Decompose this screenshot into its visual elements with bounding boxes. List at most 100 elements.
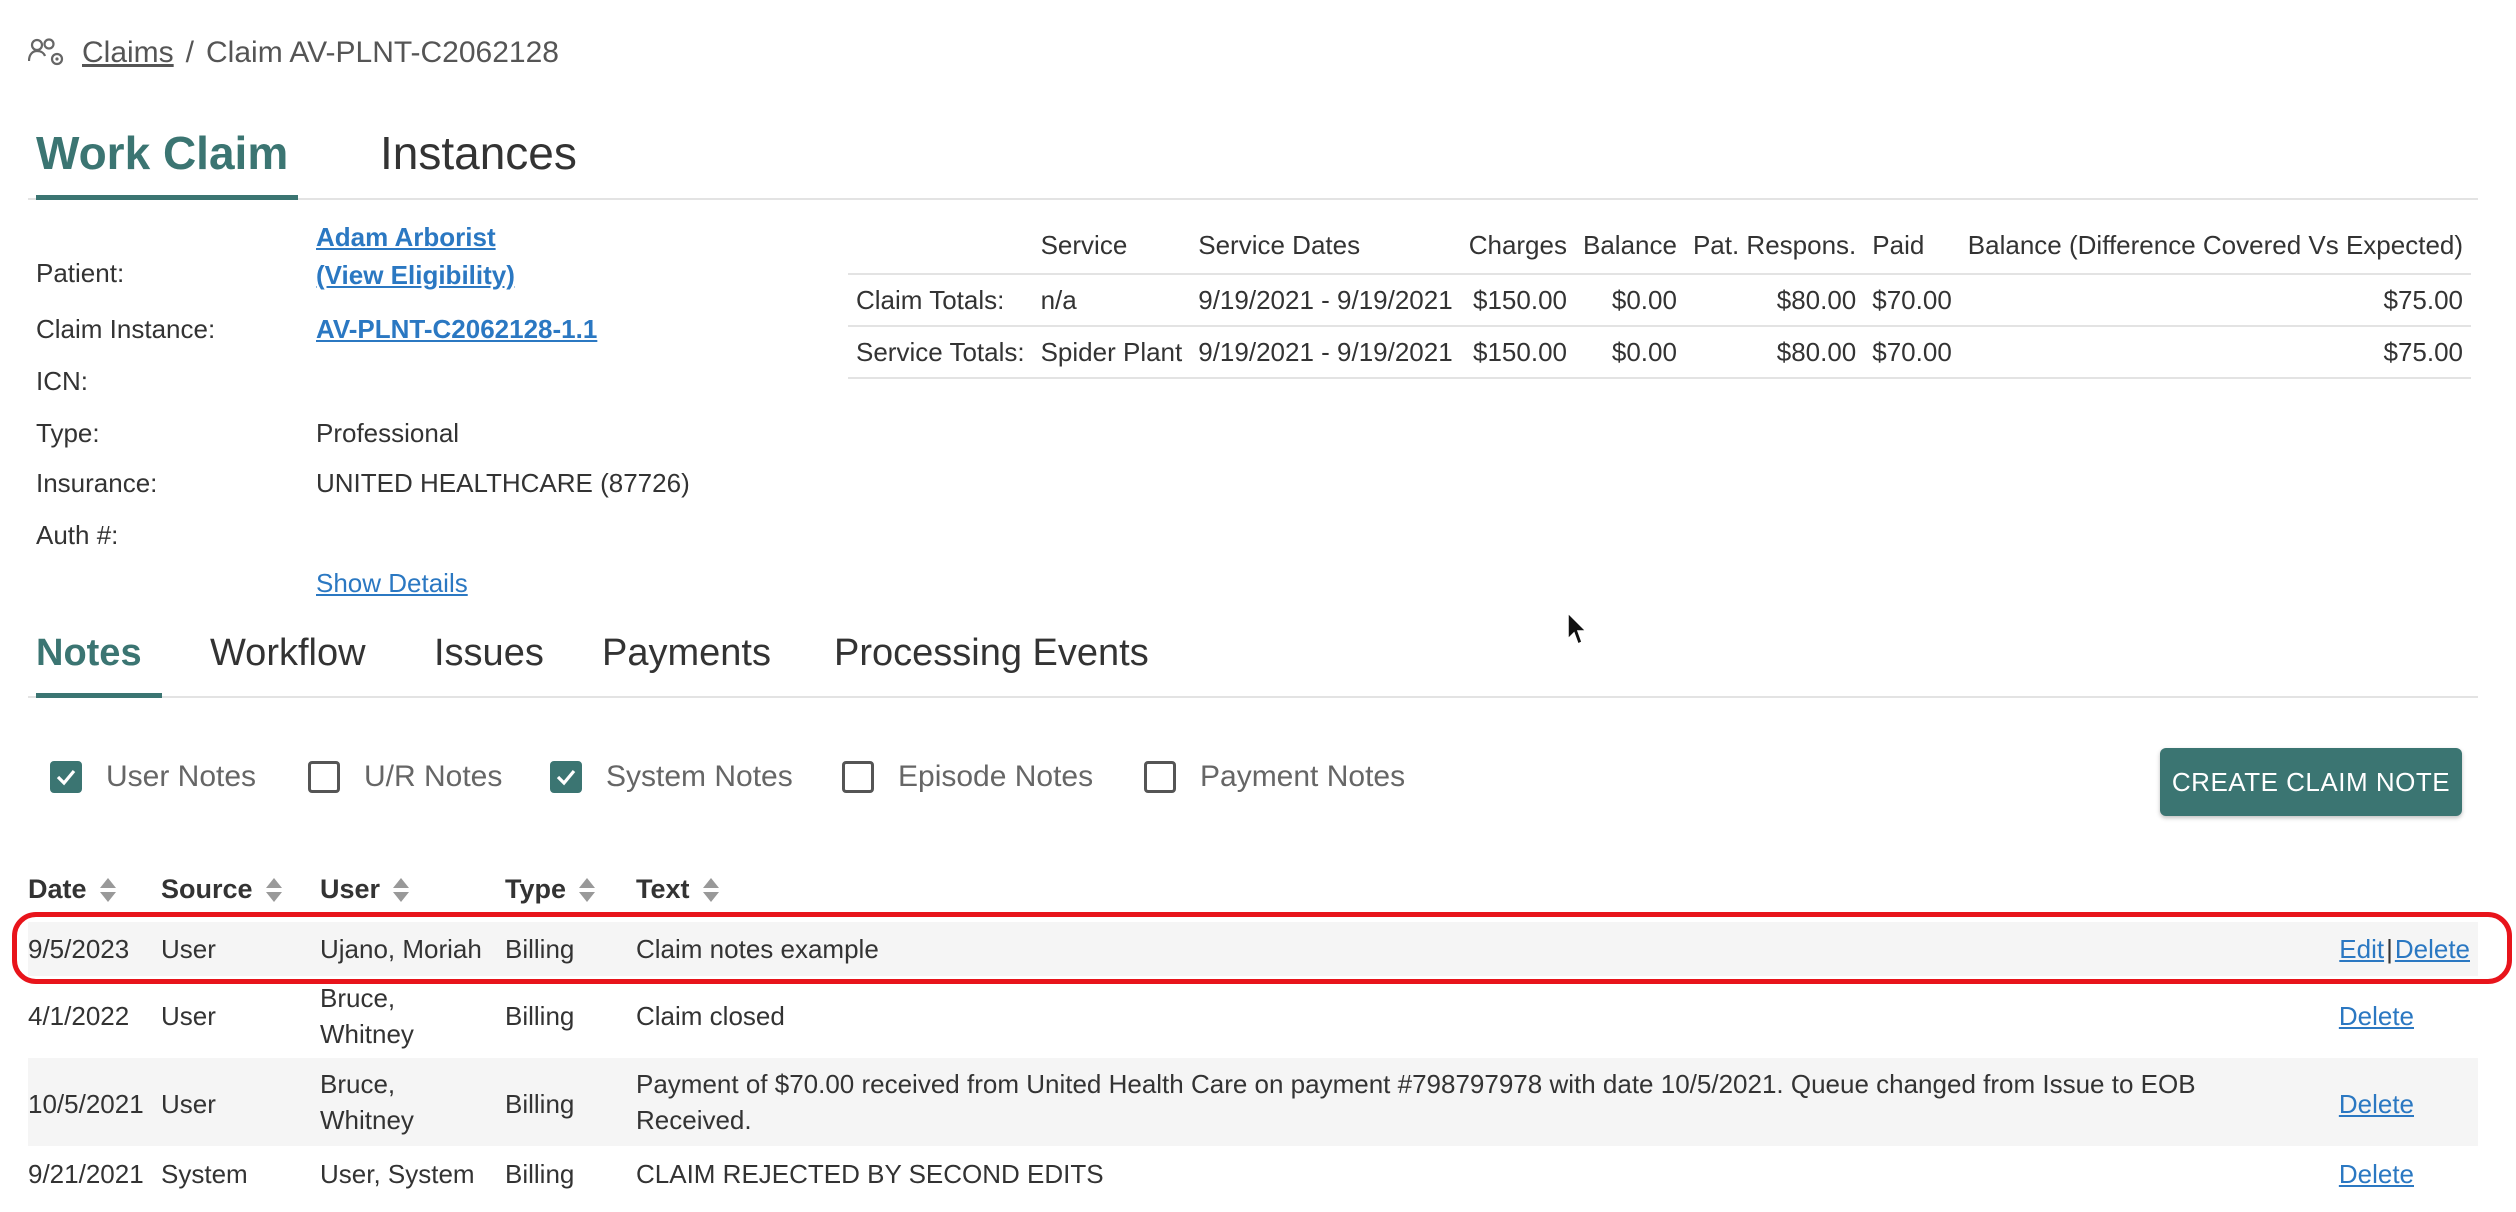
checkbox-checked-icon[interactable] — [550, 761, 582, 793]
breadcrumb-separator: / — [185, 36, 195, 69]
totals-header: Service Dates — [1198, 230, 1361, 260]
checkbox-checked-icon[interactable] — [50, 761, 82, 793]
column-header-label: Type — [505, 874, 567, 904]
sort-icon[interactable] — [702, 876, 720, 904]
notes-tab-bar: Notes Workflow Issues Payments Processin… — [28, 622, 2478, 698]
sort-icon[interactable] — [265, 876, 283, 904]
note-text: CLAIM REJECTED BY SECOND EDITS — [636, 1159, 1104, 1189]
column-header-date[interactable]: Date — [28, 874, 117, 905]
checkbox-unchecked-icon[interactable] — [1144, 761, 1176, 793]
filter-label: System Notes — [606, 760, 793, 793]
sort-icon[interactable] — [99, 876, 117, 904]
checkbox-unchecked-icon[interactable] — [308, 761, 340, 793]
note-source: User — [161, 1089, 216, 1119]
note-date: 9/21/2021 — [28, 1159, 144, 1189]
notes-table-header: Date Source User Type Text — [28, 874, 2478, 914]
column-header-text[interactable]: Text — [636, 874, 720, 905]
filter-label: U/R Notes — [364, 760, 503, 793]
row-actions: Delete — [2339, 998, 2414, 1034]
claim-totals-row: Claim Totals: n/a 9/19/2021 - 9/19/2021 … — [848, 273, 2472, 326]
totals-header: Paid — [1872, 230, 1925, 260]
totals-cell: 9/19/2021 - 9/19/2021 — [1190, 325, 1461, 379]
tab-notes[interactable]: Notes — [36, 622, 162, 698]
patient-label: Patient: — [36, 258, 125, 288]
note-text: Claim closed — [636, 1001, 785, 1031]
claim-instance-label: Claim Instance: — [36, 314, 216, 344]
breadcrumb-current: Claim AV-PLNT-C2062128 — [206, 36, 559, 69]
totals-cell: $80.00 — [1684, 325, 1865, 379]
totals-cell: $75.00 — [1959, 325, 2472, 379]
tab-issues[interactable]: Issues — [434, 622, 544, 698]
totals-header: Service — [1040, 230, 1128, 260]
totals-cell: 9/19/2021 - 9/19/2021 — [1190, 273, 1461, 326]
note-type: Billing — [505, 1159, 575, 1189]
row-actions: Delete — [2339, 1086, 2414, 1122]
type-value: Professional — [316, 418, 460, 448]
row-actions: Edit|Delete — [2339, 931, 2470, 967]
totals-cell: $70.00 — [1864, 325, 1960, 379]
totals-cell: Service Totals: — [848, 325, 1033, 379]
note-user: User, System — [320, 1159, 475, 1189]
totals-cell: $150.00 — [1460, 273, 1575, 326]
insurance-label: Insurance: — [36, 468, 158, 498]
filter-user-notes[interactable]: User Notes — [50, 760, 256, 794]
column-header-type[interactable]: Type — [505, 874, 596, 905]
action-divider: | — [2386, 934, 2393, 964]
breadcrumb-claims-link[interactable]: Claims — [82, 36, 174, 70]
column-header-label: Text — [636, 874, 690, 904]
column-header-source[interactable]: Source — [161, 874, 283, 905]
note-date: 9/5/2023 — [28, 934, 130, 964]
tab-instances[interactable]: Instances — [380, 120, 577, 200]
tab-payments[interactable]: Payments — [602, 622, 771, 698]
filter-label: Payment Notes — [1200, 760, 1406, 793]
note-type: Billing — [505, 1001, 575, 1031]
totals-cell: $0.00 — [1574, 325, 1685, 379]
filter-payment-notes[interactable]: Payment Notes — [1144, 760, 1405, 794]
delete-note-link[interactable]: Delete — [2339, 1089, 2414, 1119]
column-header-user[interactable]: User — [320, 874, 410, 905]
create-claim-note-button[interactable]: CREATE CLAIM NOTE — [2160, 748, 2462, 816]
note-source: User — [161, 934, 216, 964]
totals-cell: Claim Totals: — [848, 273, 1033, 326]
column-header-label: User — [320, 874, 381, 904]
tab-processing-events[interactable]: Processing Events — [834, 622, 1149, 698]
totals-cell: $75.00 — [1959, 273, 2472, 326]
delete-note-link[interactable]: Delete — [2395, 934, 2470, 964]
breadcrumb: Claims / Claim AV-PLNT-C2062128 — [28, 36, 559, 70]
table-row: 10/5/2021 User Bruce, Whitney Billing Pa… — [28, 1058, 2478, 1146]
sort-icon[interactable] — [578, 876, 596, 904]
totals-cell: $70.00 — [1864, 273, 1960, 326]
note-text: Claim notes example — [636, 934, 879, 964]
icn-label: ICN: — [36, 366, 88, 396]
note-text: Payment of $70.00 received from United H… — [636, 1069, 2196, 1135]
show-details-link[interactable]: Show Details — [316, 568, 468, 599]
sort-icon[interactable] — [392, 876, 410, 904]
note-date: 4/1/2022 — [28, 1001, 130, 1031]
totals-cell: $80.00 — [1684, 273, 1865, 326]
filter-label: Episode Notes — [898, 760, 1094, 793]
totals-header: Pat. Respons. — [1692, 230, 1857, 260]
filter-ur-notes[interactable]: U/R Notes — [308, 760, 502, 794]
claim-instance-link[interactable]: AV-PLNT-C2062128-1.1 — [316, 314, 597, 344]
edit-note-link[interactable]: Edit — [2339, 934, 2384, 964]
column-header-label: Date — [28, 874, 87, 904]
totals-header: Balance — [1582, 230, 1677, 260]
view-eligibility-link[interactable]: (View Eligibility) — [316, 260, 515, 290]
delete-note-link[interactable]: Delete — [2339, 1159, 2414, 1189]
totals-header: Charges — [1468, 230, 1567, 260]
totals-header-row: Service Service Dates Charges Balance Pa… — [848, 222, 2471, 274]
note-user: Ujano, Moriah — [320, 934, 482, 964]
tab-workflow[interactable]: Workflow — [210, 622, 366, 698]
claim-totals-table: Service Service Dates Charges Balance Pa… — [848, 222, 2472, 379]
filter-episode-notes[interactable]: Episode Notes — [842, 760, 1093, 794]
tab-work-claim[interactable]: Work Claim — [36, 120, 298, 200]
delete-note-link[interactable]: Delete — [2339, 1001, 2414, 1031]
checkbox-unchecked-icon[interactable] — [842, 761, 874, 793]
table-row: 4/1/2022 User Bruce, Whitney Billing Cla… — [28, 978, 2478, 1054]
filter-system-notes[interactable]: System Notes — [550, 760, 793, 794]
patient-name-link[interactable]: Adam Arborist — [316, 222, 496, 252]
table-row: 9/21/2021 System User, System Billing CL… — [28, 1150, 2478, 1206]
totals-header: Balance (Difference Covered Vs Expected) — [1967, 230, 2464, 260]
note-type: Billing — [505, 934, 575, 964]
totals-cell: $0.00 — [1574, 273, 1685, 326]
